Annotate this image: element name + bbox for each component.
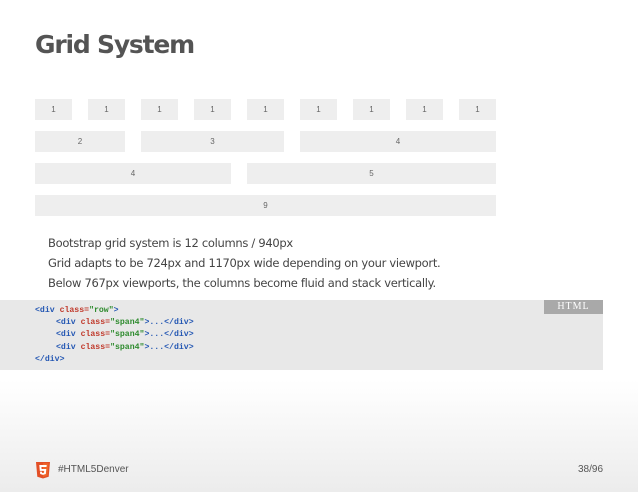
html5-logo-icon [36, 462, 50, 479]
code-attr: class= [75, 330, 111, 340]
code-attr: class= [75, 342, 111, 352]
grid-cell: 4 [35, 163, 231, 184]
grid-row-1: 1 1 1 1 1 1 1 1 1 [35, 99, 496, 120]
code-tag: >...</div> [144, 330, 194, 340]
code-attr: class= [54, 306, 90, 315]
grid-row-4: 9 [35, 195, 496, 216]
grid-cell: 1 [353, 99, 390, 120]
grid-cell: 1 [300, 99, 337, 120]
slide-title: Grid System [35, 30, 195, 59]
code-value: "span4" [110, 342, 145, 352]
code-line: <div class="span4">...</div> [35, 342, 194, 354]
grid-cell: 1 [35, 99, 72, 120]
bullet-item: Grid adapts to be 724px and 1170px wide … [48, 256, 441, 270]
bullet-list: Bootstrap grid system is 12 columns / 94… [48, 233, 441, 293]
grid-cell: 1 [406, 99, 443, 120]
grid-cell: 1 [247, 99, 284, 120]
code-tag: > [113, 306, 119, 315]
grid-cell: 1 [141, 99, 178, 120]
grid-cell: 3 [141, 131, 284, 152]
code-block: HTML <div class="row"> <div class="span4… [0, 300, 603, 370]
grid-cell: 9 [35, 195, 496, 216]
grid-cell: 1 [459, 99, 496, 120]
code-attr: class= [75, 318, 111, 328]
code-line: <div class="span4">...</div> [35, 317, 194, 329]
code-line: <div class="span4">...</div> [35, 329, 194, 341]
bullet-item: Below 767px viewports, the columns becom… [48, 276, 436, 290]
code-tag: <div [35, 306, 55, 315]
code-tag: <div [56, 318, 76, 328]
code-value: "row" [89, 306, 114, 315]
language-badge: HTML [544, 300, 603, 314]
code-line: </div> [35, 354, 194, 366]
grid-row-2: 2 3 4 [35, 131, 496, 152]
code-tag: <div [56, 342, 76, 352]
grid-cell: 4 [300, 131, 496, 152]
code-value: "span4" [110, 318, 145, 328]
code-lines: <div class="row"> <div class="span4">...… [35, 305, 194, 366]
footer-hashtag: #HTML5Denver [58, 464, 129, 475]
grid-cell: 1 [194, 99, 231, 120]
page-number: 38/96 [578, 464, 604, 475]
grid-demo: 1 1 1 1 1 1 1 1 1 2 3 4 4 5 9 [35, 99, 496, 227]
bullet-item: Bootstrap grid system is 12 columns / 94… [48, 236, 293, 250]
code-value: "span4" [110, 330, 145, 340]
grid-cell: 5 [247, 163, 496, 184]
code-tag: >...</div> [144, 318, 194, 328]
code-line: <div class="row"> [35, 305, 194, 317]
grid-cell: 2 [35, 131, 125, 152]
code-tag: </div> [35, 354, 65, 364]
code-tag: >...</div> [144, 342, 194, 352]
grid-row-3: 4 5 [35, 163, 496, 184]
grid-cell: 1 [88, 99, 125, 120]
code-tag: <div [56, 330, 76, 340]
